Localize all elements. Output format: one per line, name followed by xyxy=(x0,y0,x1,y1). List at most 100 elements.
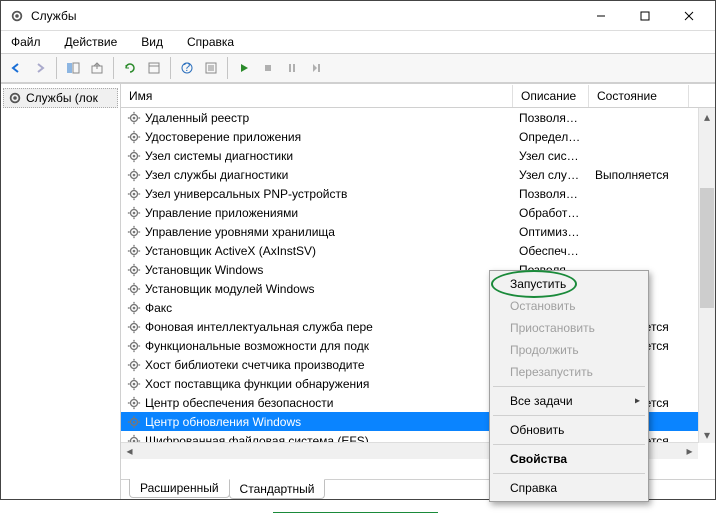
ctx-help[interactable]: Справка xyxy=(492,477,646,499)
service-desc-cell: Позволяет… xyxy=(513,111,589,125)
ctx-stop: Остановить xyxy=(492,295,646,317)
start-service-button[interactable] xyxy=(233,57,255,79)
gear-icon xyxy=(127,339,141,353)
service-name: Центр обеспечения безопасности xyxy=(145,396,334,410)
service-desc-cell: Оптимизи… xyxy=(513,225,589,239)
services-window: Службы Файл Действие Вид Справка ? xyxy=(0,0,716,500)
gear-icon xyxy=(127,111,141,125)
scroll-right-arrow[interactable]: ▸ xyxy=(681,443,698,460)
service-row[interactable]: Управление приложениями Обработк… xyxy=(121,203,715,222)
service-name-cell: Управление приложениями xyxy=(121,206,513,220)
maximize-button[interactable] xyxy=(623,1,667,30)
service-desc-cell: Обработк… xyxy=(513,206,589,220)
service-name-cell: Управление уровнями хранилища xyxy=(121,225,513,239)
service-name: Хост поставщика функции обнаружения xyxy=(145,377,369,391)
service-row[interactable]: Узел службы диагностикиУзел служ…Выполня… xyxy=(121,165,715,184)
ctx-separator xyxy=(493,386,645,387)
service-row[interactable]: Управление уровнями хранилищаОптимизи… xyxy=(121,222,715,241)
scroll-down-arrow[interactable]: ▾ xyxy=(699,426,715,443)
gear-icon xyxy=(127,415,141,429)
gear-icon xyxy=(127,263,141,277)
scroll-left-arrow[interactable]: ◂ xyxy=(121,443,138,460)
service-desc-cell: Обеспечи… xyxy=(513,244,589,258)
ctx-separator xyxy=(493,415,645,416)
service-row[interactable]: Узел системы диагностикиУзел сист… xyxy=(121,146,715,165)
tree-services-root[interactable]: Службы (лок xyxy=(3,88,118,108)
ctx-all-tasks-label: Все задачи xyxy=(510,394,573,408)
gear-icon xyxy=(127,168,141,182)
ctx-start[interactable]: Запустить xyxy=(492,273,646,295)
tab-standard[interactable]: Стандартный xyxy=(229,479,326,499)
export-button[interactable] xyxy=(86,57,108,79)
toolbar-separator xyxy=(170,57,171,79)
gear-icon xyxy=(127,149,141,163)
ctx-refresh[interactable]: Обновить xyxy=(492,419,646,441)
titlebar: Службы xyxy=(1,1,715,31)
gear-icon xyxy=(127,244,141,258)
service-name: Центр обновления Windows xyxy=(145,415,301,429)
gear-icon xyxy=(127,301,141,315)
ctx-properties[interactable]: Свойства xyxy=(492,448,646,470)
ctx-all-tasks[interactable]: Все задачи ▸ xyxy=(492,390,646,412)
service-name-cell: Центр обеспечения безопасности xyxy=(121,396,513,410)
minimize-button[interactable] xyxy=(579,1,623,30)
submenu-arrow-icon: ▸ xyxy=(635,396,640,407)
menu-action[interactable]: Действие xyxy=(59,33,124,51)
show-hide-tree-button[interactable] xyxy=(62,57,84,79)
service-desc-cell: Узел сист… xyxy=(513,149,589,163)
tab-extended[interactable]: Расширенный xyxy=(129,479,230,498)
service-name-cell: Узел системы диагностики xyxy=(121,149,513,163)
refresh-button[interactable] xyxy=(119,57,141,79)
service-row[interactable]: Узел универсальных PNP-устройств Позволяе… xyxy=(121,184,715,203)
menu-help[interactable]: Справка xyxy=(181,33,240,51)
service-name: Хост библиотеки счетчика производите xyxy=(145,358,365,372)
service-name-cell: Удаленный реестр xyxy=(121,111,513,125)
menu-view[interactable]: Вид xyxy=(135,33,169,51)
gear-icon xyxy=(127,206,141,220)
scroll-thumb[interactable] xyxy=(700,188,714,308)
service-name: Установщик ActiveX (AxInstSV) xyxy=(145,244,316,258)
service-name-cell: Хост поставщика функции обнаружения xyxy=(121,377,513,391)
service-name-cell: Фоновая интеллектуальная служба пере xyxy=(121,320,513,334)
ctx-separator xyxy=(493,444,645,445)
service-desc-cell: Позволяет… xyxy=(513,187,589,201)
service-row[interactable]: Установщик ActiveX (AxInstSV) Обеспечи… xyxy=(121,241,715,260)
pause-service-button[interactable] xyxy=(281,57,303,79)
restart-service-button[interactable] xyxy=(305,57,327,79)
forward-button[interactable] xyxy=(29,57,51,79)
main-body: Службы (лок Имя Описание Состояние Удале… xyxy=(1,83,715,499)
gear-icon xyxy=(127,130,141,144)
ctx-pause: Приостановить xyxy=(492,317,646,339)
service-name: Удаленный реестр xyxy=(145,111,249,125)
gear-icon xyxy=(8,91,22,105)
stop-service-button[interactable] xyxy=(257,57,279,79)
service-name-cell: Установщик Windows xyxy=(121,263,513,277)
help-button[interactable]: ? xyxy=(176,57,198,79)
properties-button[interactable] xyxy=(200,57,222,79)
toolbar-separator xyxy=(56,57,57,79)
close-button[interactable] xyxy=(667,1,711,30)
service-desc-cell: Определя… xyxy=(513,130,589,144)
column-state[interactable]: Состояние xyxy=(589,85,689,107)
column-description[interactable]: Описание xyxy=(513,85,589,107)
column-name[interactable]: Имя xyxy=(121,85,513,107)
menubar: Файл Действие Вид Справка xyxy=(1,31,715,53)
service-row[interactable]: Удаленный реестр Позволяет… xyxy=(121,108,715,127)
service-name: Фоновая интеллектуальная служба пере xyxy=(145,320,373,334)
back-button[interactable] xyxy=(5,57,27,79)
export-list-button[interactable] xyxy=(143,57,165,79)
service-name: Узел универсальных PNP-устройств xyxy=(145,187,347,201)
service-name: Удостоверение приложения xyxy=(145,130,301,144)
service-name: Установщик модулей Windows xyxy=(145,282,314,296)
service-name-cell: Хост библиотеки счетчика производите xyxy=(121,358,513,372)
vertical-scrollbar[interactable]: ▴ ▾ xyxy=(698,108,715,443)
toolbar-separator xyxy=(113,57,114,79)
menu-file[interactable]: Файл xyxy=(5,33,47,51)
service-row[interactable]: Удостоверение приложения Определя… xyxy=(121,127,715,146)
service-name-cell: Установщик модулей Windows xyxy=(121,282,513,296)
toolbar: ? xyxy=(1,53,715,83)
service-name: Управление приложениями xyxy=(145,206,298,220)
scroll-up-arrow[interactable]: ▴ xyxy=(699,108,715,125)
ctx-resume: Продолжить xyxy=(492,339,646,361)
toolbar-separator xyxy=(227,57,228,79)
